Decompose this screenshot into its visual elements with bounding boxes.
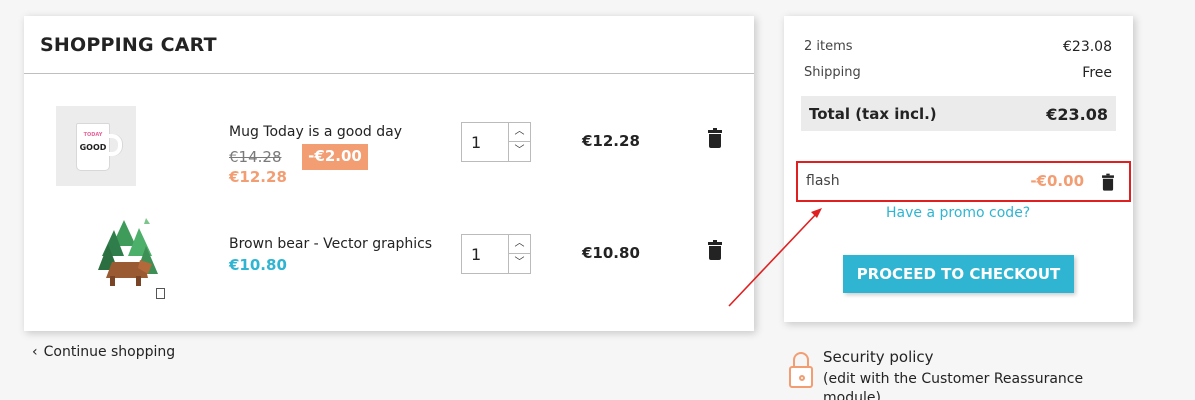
- voucher-code: flash: [806, 173, 840, 189]
- summary-items-row: 2 items €23.08: [804, 39, 1112, 55]
- trash-icon[interactable]: [708, 240, 722, 260]
- product-image-bear[interactable]: [56, 216, 165, 299]
- reassurance-description: (edit with the Customer Reassurance modu…: [823, 371, 1084, 400]
- chevron-up-icon[interactable]: ︿: [509, 123, 530, 142]
- product-name-link[interactable]: Brown bear - Vector graphics: [229, 236, 432, 252]
- unit-price: €10.80: [229, 256, 287, 274]
- quantity-stepper[interactable]: 1 ︿ ﹀: [461, 122, 531, 162]
- mug-image-text: TODAY: [83, 132, 103, 138]
- summary-items-label: 2 items: [804, 39, 853, 54]
- applied-voucher: flash -€0.00: [796, 161, 1131, 202]
- voucher-amount: -€0.00: [1030, 172, 1084, 190]
- file-icon: [156, 288, 165, 299]
- mug-image-text: GOOD: [79, 143, 107, 152]
- continue-shopping-label: Continue shopping: [43, 344, 176, 360]
- reassurance-title: Security policy: [823, 348, 934, 366]
- trash-icon[interactable]: [1102, 173, 1114, 191]
- summary-total-row: Total (tax incl.) €23.08: [801, 96, 1116, 131]
- cart-line-item: TODAY GOOD Mug Today is a good day €14.2…: [24, 104, 754, 194]
- promo-code-link[interactable]: Have a promo code?: [886, 205, 1030, 221]
- summary-shipping-row: Shipping Free: [804, 65, 1112, 81]
- summary-shipping-value: Free: [1082, 65, 1112, 81]
- discount-badge: -€2.00: [302, 144, 368, 170]
- proceed-to-checkout-button[interactable]: PROCEED TO CHECKOUT: [843, 255, 1074, 293]
- summary-total-label: Total (tax incl.): [809, 105, 937, 123]
- chevron-down-icon[interactable]: ﹀: [509, 254, 530, 273]
- quantity-input[interactable]: 1: [471, 133, 481, 152]
- chevron-left-icon: ‹: [32, 344, 38, 360]
- summary-items-value: €23.08: [1063, 39, 1112, 55]
- line-total: €12.28: [582, 132, 640, 150]
- summary-shipping-label: Shipping: [804, 65, 861, 80]
- cart-title: SHOPPING CART: [24, 16, 754, 74]
- cart-panel: SHOPPING CART TODAY GOOD Mug Today is a …: [24, 16, 754, 331]
- line-total: €10.80: [582, 244, 640, 262]
- unit-price: €12.28: [229, 168, 287, 186]
- continue-shopping-link[interactable]: ‹ Continue shopping: [32, 344, 175, 360]
- chevron-up-icon[interactable]: ︿: [509, 235, 530, 254]
- quantity-stepper[interactable]: 1 ︿ ﹀: [461, 234, 531, 274]
- trash-icon[interactable]: [708, 128, 722, 148]
- cart-line-item: Brown bear - Vector graphics €10.80 1 ︿ …: [24, 214, 754, 304]
- product-name-link[interactable]: Mug Today is a good day: [229, 124, 402, 140]
- chevron-down-icon[interactable]: ﹀: [509, 142, 530, 161]
- summary-total-value: €23.08: [1046, 105, 1108, 124]
- quantity-input[interactable]: 1: [471, 245, 481, 264]
- product-image-mug[interactable]: TODAY GOOD: [56, 106, 136, 186]
- regular-price: €14.28: [229, 148, 282, 166]
